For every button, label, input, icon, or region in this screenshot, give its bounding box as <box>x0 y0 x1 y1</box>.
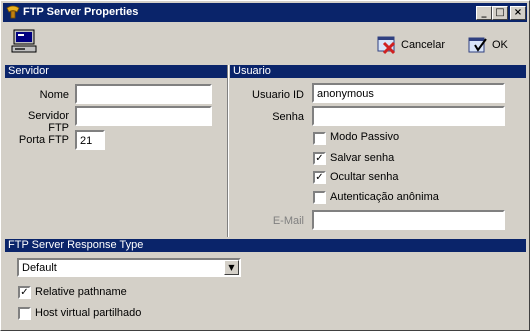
ok-button[interactable]: OK <box>467 34 508 56</box>
porta-ftp-label: Porta FTP <box>18 134 69 146</box>
cancel-button[interactable]: Cancelar <box>376 34 445 56</box>
response-type-value: Default <box>22 262 57 274</box>
close-button[interactable]: × <box>510 6 526 20</box>
relative-pathname-label: Relative pathname <box>35 286 127 298</box>
salvar-senha-label: Salvar senha <box>330 152 395 164</box>
usuario-id-input[interactable]: anonymous <box>312 83 505 103</box>
servidor-header: Servidor <box>5 65 227 78</box>
autenticacao-anonima-checkbox[interactable] <box>313 191 326 204</box>
modo-passivo-label: Modo Passivo <box>330 131 400 143</box>
title-bar[interactable]: FTP Server Properties _ □ × <box>3 3 527 22</box>
nome-input[interactable] <box>75 84 212 104</box>
senha-input[interactable] <box>312 106 505 126</box>
senha-label: Senha <box>272 111 304 123</box>
response-type-header: FTP Server Response Type <box>5 239 526 252</box>
cancel-label: Cancelar <box>401 39 446 51</box>
ocultar-senha-label: Ocultar senha <box>330 171 399 183</box>
window-title: FTP Server Properties <box>23 6 139 18</box>
ok-icon <box>468 37 487 53</box>
usuario-header: Usuario <box>230 65 526 78</box>
autenticacao-anonima-label: Autenticação anônima <box>330 191 439 203</box>
computer-icon <box>11 29 37 53</box>
email-input[interactable] <box>312 210 505 230</box>
salvar-senha-checkbox[interactable]: ✓ <box>313 152 326 165</box>
ftp-app-icon <box>6 5 20 19</box>
ok-label: OK <box>492 39 508 51</box>
modo-passivo-checkbox[interactable] <box>313 132 326 145</box>
host-virtual-label: Host virtual partilhado <box>35 307 142 319</box>
ocultar-senha-checkbox[interactable]: ✓ <box>313 171 326 184</box>
usuario-id-label: Usuario ID <box>252 89 304 101</box>
servidor-ftp-input[interactable] <box>75 106 212 126</box>
minimize-button[interactable]: _ <box>476 6 492 20</box>
ftp-properties-window: FTP Server Properties _ □ × Cancelar OK … <box>0 0 530 331</box>
email-label: E-Mail <box>272 215 304 227</box>
section-divider <box>227 65 229 237</box>
relative-pathname-checkbox[interactable]: ✓ <box>18 286 31 299</box>
dropdown-arrow-icon[interactable]: ▼ <box>224 260 239 275</box>
maximize-button[interactable]: □ <box>492 6 508 20</box>
response-type-select[interactable]: Default ▼ <box>17 258 241 277</box>
cancel-icon <box>377 36 396 55</box>
host-virtual-checkbox[interactable] <box>18 307 31 320</box>
nome-label: Nome <box>39 89 69 101</box>
servidor-ftp-label: Servidor FTP <box>28 110 69 134</box>
porta-ftp-input[interactable]: 21 <box>75 130 105 150</box>
